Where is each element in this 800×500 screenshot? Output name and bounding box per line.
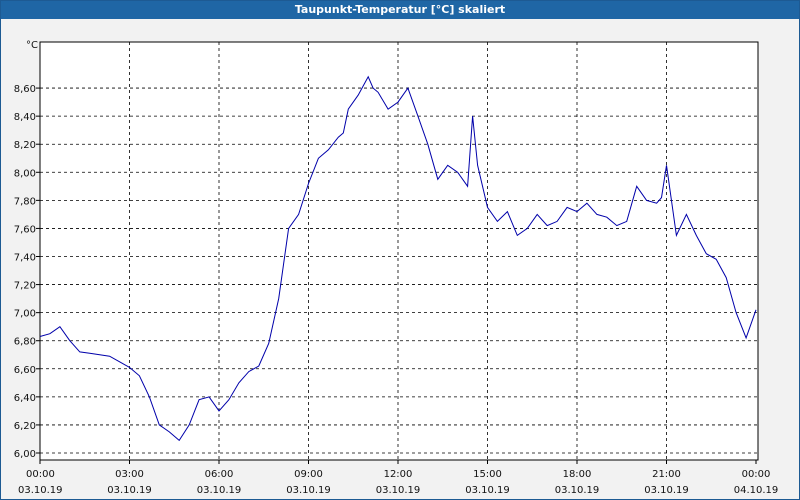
line-chart: 6,00 6,20 6,40 6,60 6,80 7,00 7,20 7,40 7,60 7,80… [14,40,779,496]
x-tick-date-label: 03.10.19 [286,485,331,496]
y-tick-label: 7,60 [14,224,36,235]
x-tick-date-label: 03.10.19 [376,485,421,496]
y-tick-label: 6,80 [14,337,36,348]
x-tick-date-label: 04.10.19 [734,485,779,496]
y-axis-unit-label: °C [26,40,38,51]
y-tick-label: 7,80 [14,196,36,207]
x-tick-time-label: 15:00 [473,469,502,480]
y-tick-label: 6,60 [14,365,36,376]
x-tick-time-label: 00:00 [742,469,771,480]
x-tick-date-label: 03.10.19 [197,485,242,496]
x-tick-date-label: 03.10.19 [18,485,63,496]
x-tick-time-label: 12:00 [384,469,413,480]
x-axis-ticks: 00:00 03.10.19 03:00 03.10.19 06:00 03.10.19 0… [18,460,778,496]
y-tick-label: 8,60 [14,84,36,95]
x-tick-date-label: 03.10.19 [644,485,689,496]
y-tick-label: 8,40 [14,112,36,123]
x-tick-date-label: 03.10.19 [107,485,152,496]
y-tick-label: 6,20 [14,421,36,432]
x-tick-date-label: 03.10.19 [465,485,510,496]
x-tick-time-label: 21:00 [652,469,681,480]
y-tick-label: 7,40 [14,253,36,264]
x-tick-time-label: 09:00 [294,469,323,480]
x-tick-time-label: 18:00 [563,469,592,480]
y-tick-label: 7,20 [14,281,36,292]
x-tick-time-label: 06:00 [205,469,234,480]
y-tick-label: 7,00 [14,309,36,320]
y-tick-label: 6,00 [14,449,36,460]
y-axis-ticks: 6,00 6,20 6,40 6,60 6,80 7,00 7,20 7,40 7,60 7,80… [14,84,40,460]
y-tick-label: 6,40 [14,393,36,404]
x-tick-time-label: 00:00 [26,469,55,480]
y-tick-label: 8,00 [14,168,36,179]
plot-area [39,41,759,461]
y-tick-label: 8,20 [14,140,36,151]
x-tick-date-label: 03.10.19 [555,485,600,496]
x-tick-time-label: 03:00 [115,469,144,480]
